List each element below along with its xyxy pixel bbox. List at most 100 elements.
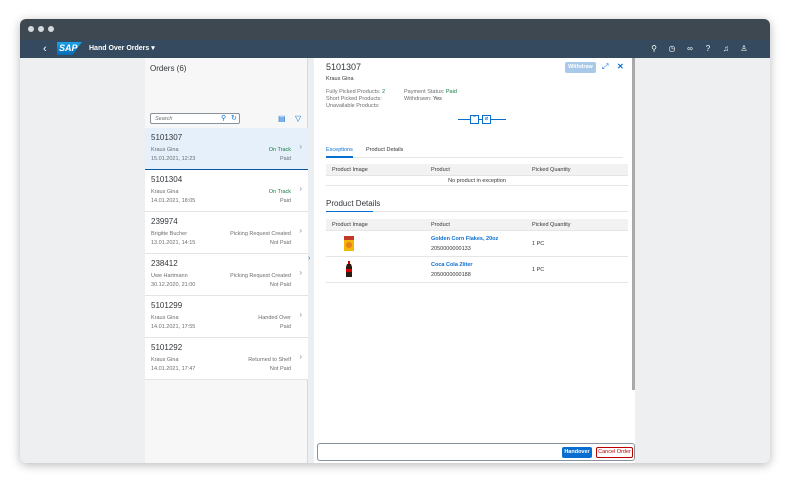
order-payment: Not Paid xyxy=(269,282,291,288)
order-date: 15.01.2021, 12:23 xyxy=(151,156,196,162)
tab-exceptions[interactable]: Exceptions xyxy=(326,146,353,158)
order-list-item[interactable]: 238412 Uwe Hartmann 30.12.2020, 21:00 Pi… xyxy=(145,254,308,296)
product-link[interactable]: Coca Cola 2liter xyxy=(431,261,473,269)
table-row[interactable]: Golden Corn Flakes, 20oz 2050000000133 1… xyxy=(326,231,628,257)
cola-bottle-image xyxy=(346,261,352,277)
order-payment: Paid xyxy=(279,324,291,330)
order-customer: Brigitte Bucher xyxy=(151,231,188,237)
detail-scrollbar[interactable] xyxy=(632,58,635,390)
table-header: Product Image Product Picked Quantity xyxy=(326,219,628,231)
column-header: Product xyxy=(431,222,450,228)
order-id: 238412 xyxy=(151,259,178,268)
detail-order-id: 5101307 xyxy=(326,62,362,72)
order-id: 5101307 xyxy=(151,133,183,142)
shell-actions: ⚲ ◷ ∞ ? ♫ ♙ xyxy=(650,43,748,55)
order-id: 5101304 xyxy=(151,175,183,184)
picked-quantity: 1 PC xyxy=(532,241,545,247)
sap-logo[interactable]: SAP xyxy=(57,42,82,55)
collapse-chevron-icon[interactable]: › xyxy=(308,255,310,263)
help-icon[interactable]: ? xyxy=(704,43,712,55)
orders-title: Orders (6) xyxy=(150,64,187,73)
corn-flakes-image xyxy=(344,236,354,251)
payment-status-row: Payment Status: Paid xyxy=(404,89,457,96)
bell-icon[interactable]: ♫ xyxy=(722,43,730,55)
order-list-item[interactable]: 5101307 Kraus Gina 15.01.2021, 12:23 On … xyxy=(145,128,308,170)
order-status: Returned to Shelf xyxy=(248,357,291,363)
table-row[interactable]: Coca Cola 2liter 2050000000188 1 PC xyxy=(326,257,628,283)
chevron-right-icon: › xyxy=(299,142,302,151)
product-link[interactable]: Golden Corn Flakes, 20oz xyxy=(431,235,498,243)
sort-icon[interactable]: ▤ xyxy=(278,113,286,124)
order-date: 13.01.2021, 14:15 xyxy=(151,240,196,246)
order-id: 5101292 xyxy=(151,343,183,352)
order-list-item[interactable]: 5101299 Kraus Gina 14.01.2021, 17:55 Han… xyxy=(145,296,308,338)
order-list-item[interactable]: 5101304 Kraus Gina 14.01.2021, 18:05 On … xyxy=(145,170,308,212)
search-icon[interactable]: ⚲ xyxy=(221,114,226,123)
refresh-icon[interactable]: ↻ xyxy=(231,114,237,123)
history-icon[interactable]: ◷ xyxy=(668,43,676,55)
binoculars-icon[interactable]: ∞ xyxy=(686,43,694,55)
user-icon[interactable]: ♙ xyxy=(740,43,748,55)
tab-product-details[interactable]: Product Details xyxy=(366,146,403,155)
cancel-order-button[interactable]: Cancel Order xyxy=(596,447,633,458)
product-code: 2050000000133 xyxy=(431,246,471,252)
order-customer: Kraus Gina xyxy=(151,315,179,321)
window-close-dot[interactable] xyxy=(28,26,34,32)
filter-icon[interactable]: ▽ xyxy=(295,113,301,124)
order-list-item[interactable]: 5101292 Kraus Gina 14.01.2021, 17:47 Ret… xyxy=(145,338,308,380)
orders-master-list: Orders (6) Search ⚲ ↻ ▤ ▽ 5101307 Kraus … xyxy=(145,58,308,463)
order-date: 30.12.2020, 21:00 xyxy=(151,282,196,288)
process-step-icon[interactable]: ⌀ xyxy=(482,115,491,124)
back-icon[interactable]: ‹ xyxy=(43,42,47,56)
order-payment: Not Paid xyxy=(269,240,291,246)
close-icon[interactable]: ✕ xyxy=(617,61,624,72)
withdrawn-row: Withdrawn: Yes xyxy=(404,96,442,103)
browser-window: ‹ SAP Hand Over Orders ▾ ⚲ ◷ ∞ ? ♫ ♙ Ord… xyxy=(20,19,770,463)
chevron-right-icon: › xyxy=(299,226,302,235)
order-date: 14.01.2021, 17:55 xyxy=(151,324,196,330)
search-toolbar: Search ⚲ ↻ ▤ ▽ xyxy=(150,113,303,126)
fully-picked-value: 2 xyxy=(381,89,386,95)
order-date: 14.01.2021, 17:47 xyxy=(151,366,196,372)
order-id: 239974 xyxy=(151,217,178,226)
order-status: Picking Request Created xyxy=(230,231,291,237)
withdrawn-value: Yes xyxy=(432,96,442,102)
handover-button[interactable]: Handover xyxy=(562,447,592,458)
withdrawn-label: Withdrawn: xyxy=(404,96,432,102)
unavailable-label: Unavailable Products: xyxy=(326,103,380,109)
product-details-table: Product Image Product Picked Quantity Go… xyxy=(326,219,628,283)
order-date: 14.01.2021, 18:05 xyxy=(151,198,196,204)
splitter[interactable]: › xyxy=(308,58,313,463)
section-title-underline xyxy=(326,211,373,212)
table-header: Product Image Product Picked Quantity xyxy=(326,164,628,176)
window-titlebar xyxy=(20,19,770,40)
app-title-menu[interactable]: Hand Over Orders ▾ xyxy=(89,44,155,54)
process-flow[interactable]: ⌃ ⌀ xyxy=(458,115,506,124)
column-header: Picked Quantity xyxy=(532,167,571,173)
order-payment: Not Paid xyxy=(269,366,291,372)
search-icon[interactable]: ⚲ xyxy=(650,43,658,55)
order-list-item[interactable]: 239974 Brigitte Bucher 13.01.2021, 14:15… xyxy=(145,212,308,254)
withdraw-button[interactable]: Withdraw xyxy=(565,62,596,73)
chevron-right-icon: › xyxy=(299,310,302,319)
column-header: Product Image xyxy=(332,167,368,173)
column-header: Picked Quantity xyxy=(532,222,571,228)
fully-picked-row: Fully Picked Products: 2 xyxy=(326,89,385,96)
window-minimize-dot[interactable] xyxy=(38,26,44,32)
process-step-icon[interactable]: ⌃ xyxy=(470,115,479,124)
order-payment: Paid xyxy=(279,156,291,162)
order-id: 5101299 xyxy=(151,301,183,310)
fullscreen-icon[interactable]: ⤢ xyxy=(602,61,608,72)
order-customer: Kraus Gina xyxy=(151,147,179,153)
empty-table-text: No product in exception xyxy=(326,176,628,186)
order-detail-panel: 5101307 Kraus Gina Withdraw ⤢ ✕ Fully Pi… xyxy=(314,58,635,463)
order-customer: Kraus Gina xyxy=(151,357,179,363)
search-input[interactable]: Search ⚲ ↻ xyxy=(150,113,240,124)
order-payment: Paid xyxy=(279,198,291,204)
chevron-right-icon: › xyxy=(299,184,302,193)
order-customer: Uwe Hartmann xyxy=(151,273,188,279)
window-maximize-dot[interactable] xyxy=(48,26,54,32)
product-code: 2050000000188 xyxy=(431,272,471,278)
short-picked-label: Short Picked Products: xyxy=(326,96,382,102)
order-status: On Track xyxy=(268,147,291,153)
